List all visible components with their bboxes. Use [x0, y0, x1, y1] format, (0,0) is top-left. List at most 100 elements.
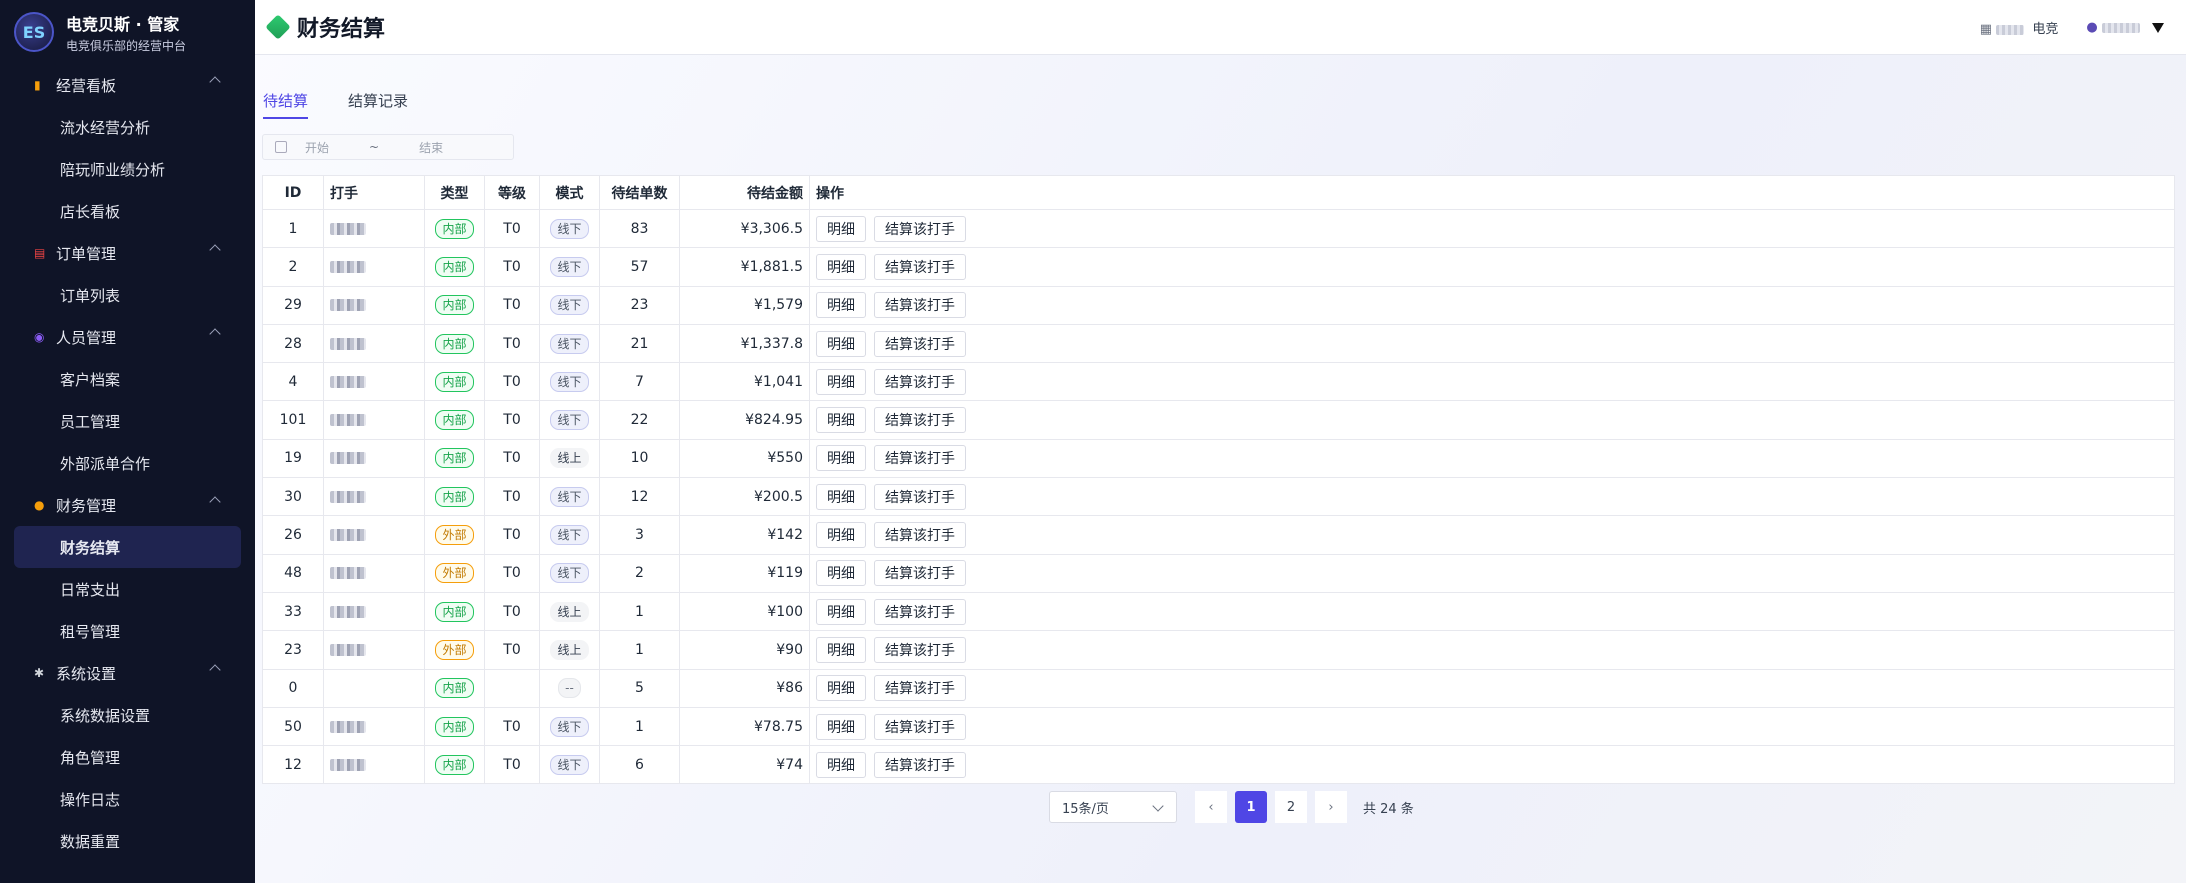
cell-amount: ¥142	[679, 515, 810, 555]
chevron-up-icon	[209, 664, 221, 676]
cell-type: 内部	[424, 745, 485, 785]
cell-amount: ¥90	[679, 630, 810, 670]
mode-tag: 线下	[550, 486, 589, 507]
sidebar-group-label: 经营看板	[56, 76, 117, 95]
settle-player-button[interactable]: 结算该打手	[874, 751, 966, 778]
settle-player-button[interactable]: 结算该打手	[874, 330, 966, 357]
sidebar-item[interactable]: 流水经营分析	[0, 106, 255, 148]
cell-count: 12	[599, 477, 680, 517]
mode-tag: 线下	[550, 563, 589, 584]
cell-count: 5	[599, 668, 680, 708]
total-count: 共 24 条	[1363, 801, 1414, 817]
sidebar-group-3[interactable]: ● 财务管理	[0, 484, 255, 526]
table-row: 101 内部 T0 线下 22 ¥824.95 明细 结算该打手	[262, 400, 2175, 440]
user-menu[interactable]: ●	[2086, 20, 2164, 35]
tab-pending[interactable]: 待结算	[263, 90, 309, 119]
tab-records[interactable]: 结算记录	[348, 90, 408, 119]
page-2-button[interactable]: 2	[1275, 791, 1307, 823]
sidebar-item[interactable]: 财务结算	[14, 526, 241, 568]
settle-player-button[interactable]: 结算该打手	[874, 522, 966, 549]
detail-button[interactable]: 明细	[816, 407, 866, 434]
sidebar-item[interactable]: 员工管理	[0, 400, 255, 442]
cell-level: T0	[484, 477, 540, 517]
date-range-picker[interactable]: 开始 ~ 结束	[262, 134, 514, 160]
sidebar-item[interactable]: 系统数据设置	[0, 694, 255, 736]
detail-button[interactable]: 明细	[816, 330, 866, 357]
settle-player-button[interactable]: 结算该打手	[874, 483, 966, 510]
detail-button[interactable]: 明细	[816, 292, 866, 319]
sidebar-item[interactable]: 操作日志	[0, 778, 255, 820]
detail-button[interactable]: 明细	[816, 560, 866, 587]
cell-player	[323, 515, 425, 555]
type-tag: 内部	[435, 486, 474, 507]
cell-mode: 线下	[539, 515, 600, 555]
settle-player-button[interactable]: 结算该打手	[874, 368, 966, 395]
cell-mode: 线下	[539, 323, 600, 364]
sidebar-item[interactable]: 租号管理	[0, 610, 255, 652]
settle-player-button[interactable]: 结算该打手	[874, 445, 966, 472]
cell-amount: ¥1,041	[679, 362, 810, 402]
detail-button[interactable]: 明细	[816, 253, 866, 280]
mode-tag: 线上	[550, 448, 589, 469]
settle-player-button[interactable]: 结算该打手	[874, 713, 966, 740]
player-name-redacted	[330, 222, 366, 235]
cell-amount: ¥119	[679, 553, 810, 593]
cell-id: 4	[262, 362, 324, 402]
cell-count: 1	[599, 591, 680, 632]
sidebar-item[interactable]: 陪玩师业绩分析	[0, 148, 255, 190]
detail-button[interactable]: 明细	[816, 713, 866, 740]
cell-player	[323, 553, 425, 593]
next-page-button[interactable]: ›	[1315, 791, 1347, 823]
sidebar-item[interactable]: 日常支出	[0, 568, 255, 610]
detail-button[interactable]: 明细	[816, 368, 866, 395]
detail-button[interactable]: 明细	[816, 598, 866, 625]
sidebar-group-0[interactable]: ▮ 经营看板	[0, 64, 255, 106]
settle-player-button[interactable]: 结算该打手	[874, 675, 966, 702]
detail-button[interactable]: 明细	[816, 636, 866, 663]
cell-ops: 明细 结算该打手	[809, 400, 2175, 440]
cell-id: 101	[262, 400, 324, 440]
sidebar-item[interactable]: 客户档案	[0, 358, 255, 400]
settle-player-button[interactable]: 结算该打手	[874, 215, 966, 242]
sidebar-group-1[interactable]: ▤ 订单管理	[0, 232, 255, 274]
money-icon	[265, 14, 291, 40]
settle-player-button[interactable]: 结算该打手	[874, 407, 966, 434]
detail-button[interactable]: 明细	[816, 445, 866, 472]
cell-level: T0	[484, 400, 540, 440]
chevron-up-icon	[209, 244, 221, 256]
cell-mode: 线下	[539, 208, 600, 249]
cell-level: T0	[484, 438, 540, 479]
detail-button[interactable]: 明细	[816, 483, 866, 510]
detail-button[interactable]: 明细	[816, 522, 866, 549]
org-switcher[interactable]: ▦ 电竞	[1980, 18, 2059, 37]
detail-button[interactable]: 明细	[816, 215, 866, 242]
settle-player-button[interactable]: 结算该打手	[874, 292, 966, 319]
sidebar-item[interactable]: 订单列表	[0, 274, 255, 316]
cell-count: 1	[599, 630, 680, 670]
sidebar-group-2[interactable]: ◉ 人员管理	[0, 316, 255, 358]
sidebar-item[interactable]: 数据重置	[0, 820, 255, 862]
page-1-button[interactable]: 1	[1235, 791, 1267, 823]
detail-button[interactable]: 明细	[816, 675, 866, 702]
cell-player	[323, 208, 425, 249]
sidebar-item[interactable]: 店长看板	[0, 190, 255, 232]
user-icon: ●	[2086, 20, 2098, 35]
settle-player-button[interactable]: 结算该打手	[874, 636, 966, 663]
sidebar-item[interactable]: 外部派单合作	[0, 442, 255, 484]
cell-type: 外部	[424, 515, 485, 555]
player-name-redacted	[330, 414, 366, 427]
cell-player	[323, 706, 425, 747]
settle-player-button[interactable]: 结算该打手	[874, 253, 966, 280]
detail-button[interactable]: 明细	[816, 751, 866, 778]
start-date-input[interactable]: 开始	[305, 139, 329, 156]
prev-page-button[interactable]: ‹	[1195, 791, 1227, 823]
settle-player-button[interactable]: 结算该打手	[874, 560, 966, 587]
people-icon: ◉	[34, 330, 45, 344]
sidebar-group-4[interactable]: ✱ 系统设置	[0, 652, 255, 694]
chevron-up-icon	[209, 496, 221, 508]
settle-player-button[interactable]: 结算该打手	[874, 598, 966, 625]
sidebar-item[interactable]: 角色管理	[0, 736, 255, 778]
page-size-select[interactable]: 15条/页	[1049, 791, 1177, 823]
table-row: 0 内部 -- 5 ¥86 明细 结算该打手	[262, 668, 2175, 708]
end-date-input[interactable]: 结束	[419, 139, 443, 156]
